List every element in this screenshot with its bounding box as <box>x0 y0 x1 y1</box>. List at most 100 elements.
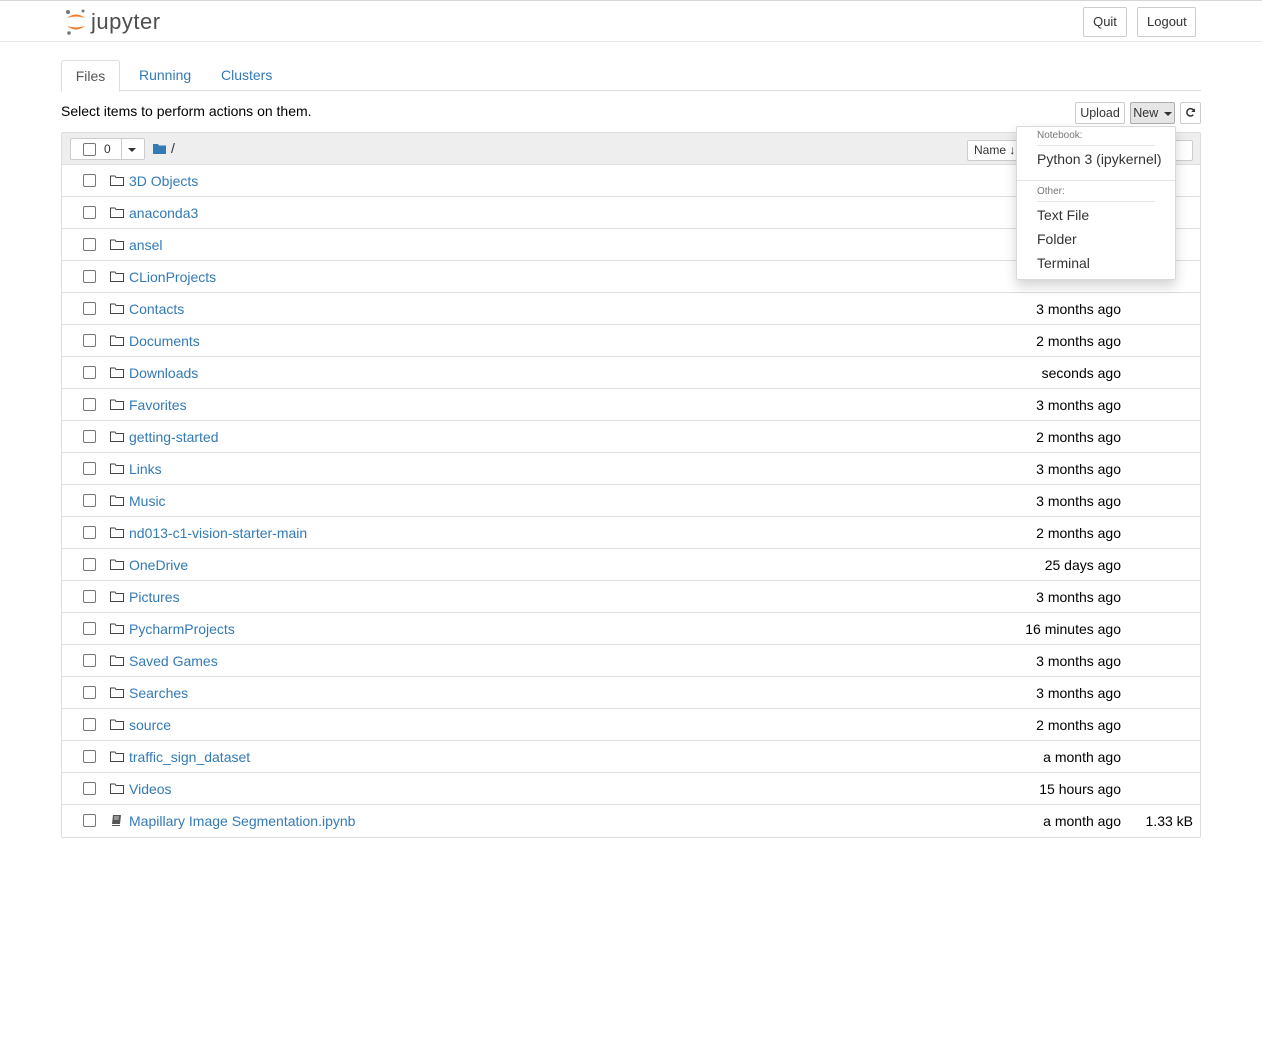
row-checkbox[interactable] <box>83 270 96 283</box>
table-row[interactable]: Searches 3 months ago <box>62 677 1200 709</box>
table-row[interactable]: nd013-c1-vision-starter-main 2 months ago <box>62 517 1200 549</box>
breadcrumb: / <box>153 140 175 156</box>
row-checkbox[interactable] <box>83 334 96 347</box>
item-modified: 3 months ago <box>1036 461 1121 477</box>
item-modified: 2 months ago <box>1036 333 1121 349</box>
table-row[interactable]: PycharmProjects 16 minutes ago <box>62 613 1200 645</box>
item-name-link[interactable]: Pictures <box>129 589 180 605</box>
item-name-link[interactable]: anaconda3 <box>129 205 198 221</box>
table-row[interactable]: Music 3 months ago <box>62 485 1200 517</box>
new-button[interactable]: New <box>1130 102 1175 124</box>
new-dropdown-menu: Notebook: Python 3 (ipykernel) Other: Te… <box>1016 126 1176 280</box>
folder-icon <box>110 174 124 187</box>
row-checkbox[interactable] <box>83 206 96 219</box>
table-row[interactable]: Links 3 months ago <box>62 453 1200 485</box>
table-row[interactable]: Downloads seconds ago <box>62 357 1200 389</box>
new-button-label: New <box>1133 106 1159 120</box>
menu-item-text-file[interactable]: Text File <box>1037 207 1089 223</box>
row-checkbox[interactable] <box>83 654 96 667</box>
item-name-link[interactable]: Contacts <box>129 301 184 317</box>
notebook-section-header: Notebook: <box>1037 130 1083 141</box>
item-name-link[interactable]: traffic_sign_dataset <box>129 749 250 765</box>
sort-name-label: Name <box>974 143 1007 157</box>
folder-icon <box>110 238 124 251</box>
table-row[interactable]: getting-started 2 months ago <box>62 421 1200 453</box>
row-checkbox[interactable] <box>83 302 96 315</box>
item-name-link[interactable]: Saved Games <box>129 653 218 669</box>
row-checkbox[interactable] <box>83 430 96 443</box>
row-checkbox[interactable] <box>83 558 96 571</box>
breadcrumb-separator: / <box>171 140 175 156</box>
item-modified: 3 months ago <box>1036 589 1121 605</box>
menu-item-terminal[interactable]: Terminal <box>1037 255 1090 271</box>
tab-files[interactable]: Files <box>61 60 120 92</box>
selection-notice: Select items to perform actions on them. <box>61 103 312 119</box>
item-name-link[interactable]: Downloads <box>129 365 198 381</box>
logout-button[interactable]: Logout <box>1137 7 1196 37</box>
menu-divider <box>1037 201 1155 202</box>
row-checkbox[interactable] <box>83 622 96 635</box>
item-name-link[interactable]: Mapillary Image Segmentation.ipynb <box>129 813 355 829</box>
item-name-link[interactable]: Music <box>129 493 166 509</box>
table-row[interactable]: Saved Games 3 months ago <box>62 645 1200 677</box>
row-checkbox[interactable] <box>83 238 96 251</box>
item-name-link[interactable]: source <box>129 717 171 733</box>
table-row[interactable]: Documents 2 months ago <box>62 325 1200 357</box>
jupyter-logo[interactable]: jupyter <box>64 7 161 37</box>
row-checkbox[interactable] <box>83 526 96 539</box>
folder-icon <box>110 366 124 379</box>
item-name-link[interactable]: 3D Objects <box>129 173 198 189</box>
item-name-link[interactable]: Favorites <box>129 397 187 413</box>
chevron-down-icon <box>1163 111 1172 116</box>
item-name-link[interactable]: CLionProjects <box>129 269 216 285</box>
upload-button[interactable]: Upload <box>1075 102 1125 124</box>
row-checkbox[interactable] <box>83 782 96 795</box>
item-name-link[interactable]: Videos <box>129 781 172 797</box>
table-row[interactable]: Mapillary Image Segmentation.ipynb a mont… <box>62 805 1200 837</box>
tab-running[interactable]: Running <box>127 60 203 91</box>
row-checkbox[interactable] <box>83 462 96 475</box>
item-name-link[interactable]: Links <box>129 461 162 477</box>
select-all-checkbox[interactable] <box>83 143 96 156</box>
menu-item-folder[interactable]: Folder <box>1037 231 1077 247</box>
table-row[interactable]: Videos 15 hours ago <box>62 773 1200 805</box>
select-all-group[interactable]: 0 <box>70 138 145 160</box>
item-name-link[interactable]: PycharmProjects <box>129 621 235 637</box>
folder-icon <box>110 718 124 731</box>
table-row[interactable]: OneDrive 25 days ago <box>62 549 1200 581</box>
item-name-link[interactable]: nd013-c1-vision-starter-main <box>129 525 307 541</box>
table-row[interactable]: traffic_sign_dataset a month ago <box>62 741 1200 773</box>
table-row[interactable]: source 2 months ago <box>62 709 1200 741</box>
refresh-icon <box>1186 107 1195 117</box>
item-modified: 3 months ago <box>1036 397 1121 413</box>
row-checkbox[interactable] <box>83 686 96 699</box>
chevron-down-icon[interactable] <box>128 148 136 152</box>
row-checkbox[interactable] <box>83 366 96 379</box>
item-name-link[interactable]: OneDrive <box>129 557 188 573</box>
menu-divider <box>1017 180 1175 181</box>
menu-item-python3[interactable]: Python 3 (ipykernel) <box>1037 151 1162 167</box>
row-checkbox[interactable] <box>83 494 96 507</box>
row-checkbox[interactable] <box>83 814 96 827</box>
item-name-link[interactable]: getting-started <box>129 429 219 445</box>
item-name-link[interactable]: Searches <box>129 685 188 701</box>
selected-count: 0 <box>104 142 111 156</box>
item-modified: 3 months ago <box>1036 653 1121 669</box>
row-checkbox[interactable] <box>83 718 96 731</box>
table-row[interactable]: Pictures 3 months ago <box>62 581 1200 613</box>
row-checkbox[interactable] <box>83 398 96 411</box>
folder-icon <box>110 654 124 667</box>
folder-icon <box>110 398 124 411</box>
quit-button[interactable]: Quit <box>1083 7 1127 37</box>
item-name-link[interactable]: Documents <box>129 333 200 349</box>
row-checkbox[interactable] <box>83 590 96 603</box>
row-checkbox[interactable] <box>83 174 96 187</box>
row-checkbox[interactable] <box>83 750 96 763</box>
tab-clusters[interactable]: Clusters <box>209 60 284 91</box>
item-name-link[interactable]: ansel <box>129 237 162 253</box>
refresh-button[interactable] <box>1180 102 1201 124</box>
table-row[interactable]: Contacts 3 months ago <box>62 293 1200 325</box>
table-row[interactable]: Favorites 3 months ago <box>62 389 1200 421</box>
item-modified: 3 months ago <box>1036 685 1121 701</box>
folder-icon[interactable] <box>153 143 166 154</box>
